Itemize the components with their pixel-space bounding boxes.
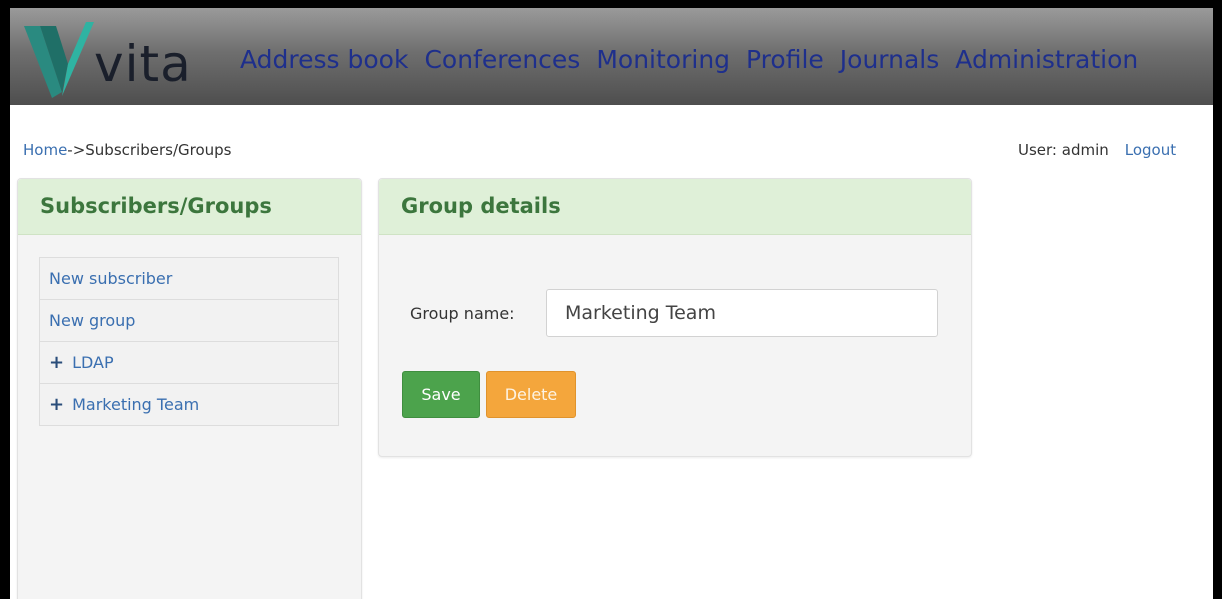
group-name-label: Group name: [410, 304, 515, 323]
logo-text: vita [94, 35, 192, 93]
nav-address-book[interactable]: Address book [240, 43, 408, 77]
sidebar-item-label: Marketing Team [72, 395, 200, 414]
breadcrumb-home-link[interactable]: Home [23, 141, 67, 159]
breadcrumb: Home->Subscribers/Groups [23, 141, 232, 159]
top-navigation-bar: vita Address book Conferences Monitoring… [10, 8, 1213, 105]
nav-monitoring[interactable]: Monitoring [596, 43, 730, 77]
sidebar-item-new-group[interactable]: New group [40, 300, 338, 342]
sidebar-item-label: New subscriber [49, 269, 173, 288]
sidebar-title: Subscribers/Groups [18, 179, 361, 235]
sidebar-list: New subscriber New group + LDAP + Marketin… [39, 257, 339, 426]
nav-profile[interactable]: Profile [746, 43, 824, 77]
sidebar-item-label: New group [49, 311, 136, 330]
subscribers-groups-panel: Subscribers/Groups New subscriber New gr… [17, 178, 362, 599]
sidebar-item-marketing-team[interactable]: + Marketing Team [40, 384, 338, 425]
delete-button[interactable]: Delete [486, 371, 576, 418]
nav-conferences[interactable]: Conferences [424, 43, 580, 77]
sidebar-item-label: LDAP [72, 353, 114, 372]
breadcrumb-separator: -> [67, 141, 86, 159]
sidebar-item-ldap[interactable]: + LDAP [40, 342, 338, 384]
group-details-panel: Group details Group name: Save Delete [378, 178, 972, 457]
nav-journals[interactable]: Journals [840, 43, 940, 77]
expand-plus-icon[interactable]: + [49, 394, 64, 415]
user-info: User: admin Logout [1018, 141, 1176, 159]
app-window: vita Address book Conferences Monitoring… [10, 8, 1213, 599]
save-button[interactable]: Save [402, 371, 480, 418]
user-label: User: admin [1018, 141, 1109, 159]
breadcrumb-current: Subscribers/Groups [85, 141, 232, 159]
group-details-title: Group details [379, 179, 971, 235]
vita-logo-icon [24, 22, 94, 98]
group-name-input[interactable] [546, 289, 938, 337]
sidebar-item-new-subscriber[interactable]: New subscriber [40, 258, 338, 300]
expand-plus-icon[interactable]: + [49, 352, 64, 373]
logout-link[interactable]: Logout [1125, 141, 1176, 159]
nav-administration[interactable]: Administration [955, 43, 1138, 77]
main-nav: Address book Conferences Monitoring Prof… [240, 43, 1154, 77]
